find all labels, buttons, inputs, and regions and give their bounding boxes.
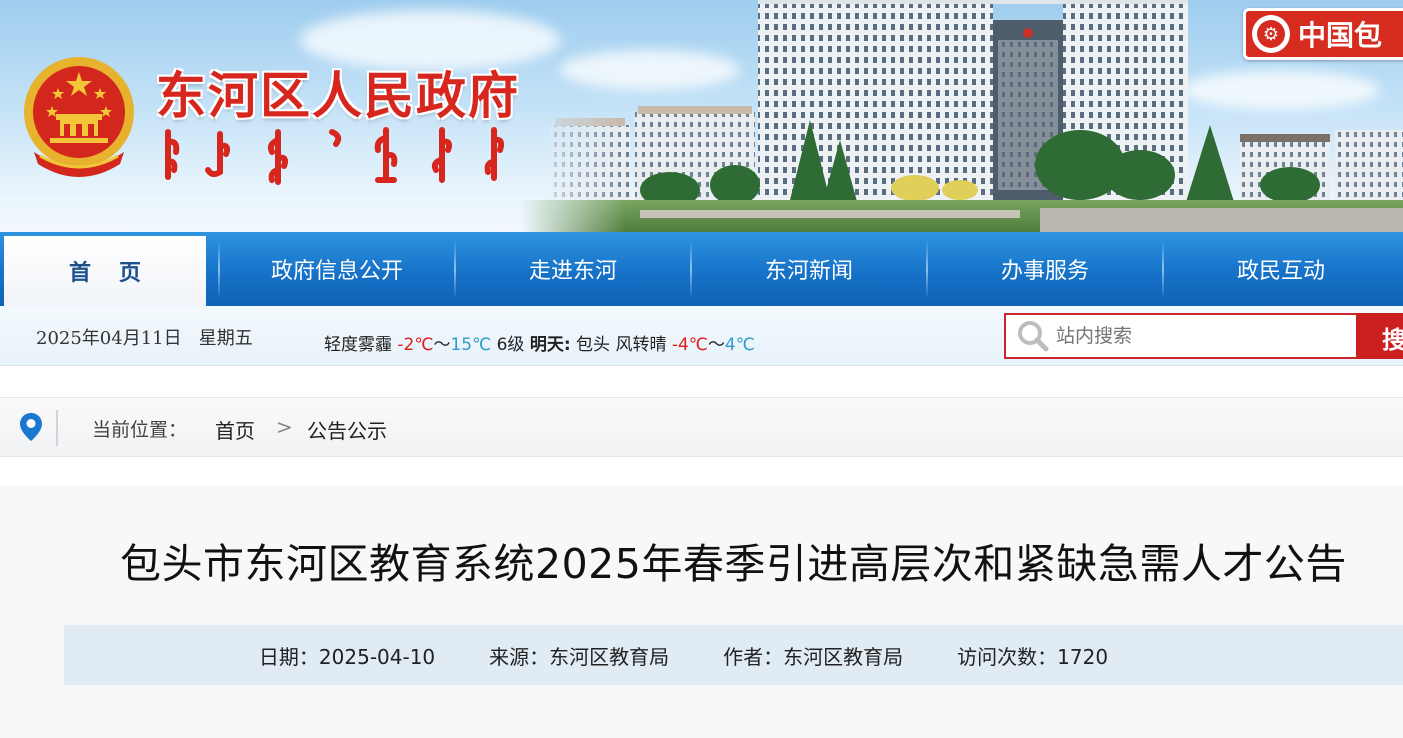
article-title: 包头市东河区教育系统2025年春季引进高层次和紧缺急需人才公告 — [120, 540, 1347, 588]
article-source: 来源：东河区教育局 — [489, 644, 670, 669]
breadcrumb-current-link[interactable]: 公告公示 — [307, 415, 387, 444]
article-date: 日期：2025-04-10 — [258, 644, 436, 669]
site-name: 东河区人民政府 — [156, 66, 520, 125]
current-date: 2025年04月11日 星期五 — [36, 324, 253, 350]
nav-item-interaction[interactable]: 政民互动 — [1164, 232, 1398, 306]
breadcrumb-separator: > — [276, 415, 293, 439]
breadcrumb: 当前位置： 首页 > 公告公示 — [0, 397, 1403, 457]
article-author: 作者：东河区教育局 — [723, 644, 904, 669]
tomorrow-tilde: ～ — [707, 335, 725, 355]
tomorrow-temp-low: -4℃ — [671, 335, 708, 355]
temp-high: 15℃ — [450, 335, 492, 355]
weather-widget: 轻度雾霾 -2℃～15℃ 6级 明天: 包头 风转晴 -4℃～4℃ — [324, 330, 755, 355]
nav-item-home[interactable]: 首页 — [4, 236, 206, 306]
nav-item-services[interactable]: 办事服务 — [928, 232, 1162, 306]
tomorrow-temp-high: 4℃ — [724, 335, 755, 355]
tomorrow-desc: 风转晴 — [615, 335, 667, 355]
date-text: 2025年04月11日 — [36, 328, 182, 349]
search-input[interactable] — [1056, 325, 1336, 347]
location-pin-icon — [20, 413, 42, 441]
wind-level: 6级 — [496, 335, 525, 355]
nav-item-gov-info[interactable]: 政府信息公开 — [220, 232, 454, 306]
breadcrumb-label: 当前位置： — [92, 419, 188, 441]
search-button[interactable]: 搜 — [1356, 313, 1403, 359]
mongolian-script-title — [165, 127, 505, 185]
info-bar: 2025年04月11日 星期五 轻度雾霾 -2℃～15℃ 6级 明天: 包头 风… — [0, 306, 1403, 366]
article-meta: 日期：2025-04-10 来源：东河区教育局 作者：东河区教育局 访问次数：1… — [64, 625, 1403, 685]
badge-text: 中国包 — [1298, 19, 1383, 52]
nav-item-about-donghe[interactable]: 走进东河 — [456, 232, 690, 306]
article-panel: 包头市东河区教育系统2025年春季引进高层次和紧缺急需人才公告 日期：2025-… — [0, 486, 1403, 738]
nav-item-news[interactable]: 东河新闻 — [692, 232, 926, 306]
breadcrumb-divider — [56, 410, 58, 446]
breadcrumb-home-link[interactable]: 首页 — [215, 415, 255, 444]
seal-icon: ⚙ — [1252, 15, 1290, 53]
tomorrow-city: 包头 — [576, 335, 611, 355]
header-banner: 东河区人民政府 ⚙ 中国包 — [0, 0, 1403, 232]
temp-low: -2℃ — [397, 335, 434, 355]
main-nav: 首页 政府信息公开 走进东河 东河新闻 办事服务 政民互动 — [0, 232, 1403, 306]
temp-tilde: ～ — [433, 335, 451, 355]
tomorrow-label: 明天: — [529, 335, 571, 355]
article-views: 访问次数：1720 — [957, 644, 1109, 669]
search-icon — [1018, 321, 1049, 352]
search-box — [1004, 313, 1356, 359]
weather-desc: 轻度雾霾 — [324, 335, 392, 355]
national-emblem-icon — [24, 57, 134, 177]
weekday-text: 星期五 — [198, 328, 253, 349]
china-baotou-badge-link[interactable]: ⚙ 中国包 — [1243, 8, 1403, 60]
